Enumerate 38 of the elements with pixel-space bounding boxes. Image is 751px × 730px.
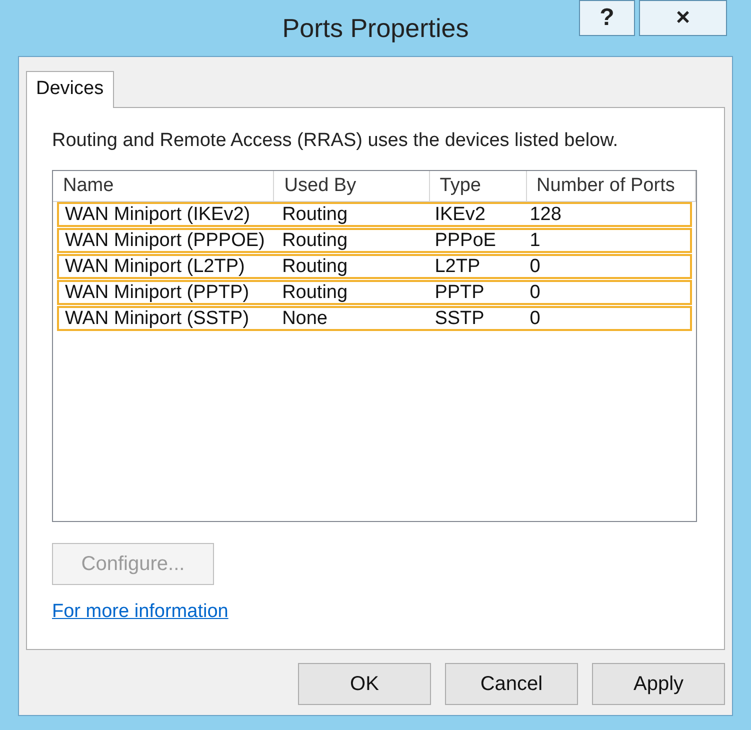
- table-cell-text: WAN Miniport (SSTP): [64, 308, 250, 329]
- table-cell-text: None: [281, 308, 328, 329]
- column-header[interactable]: Used By: [274, 171, 430, 201]
- table-cell-text: 0: [528, 256, 542, 277]
- table-cell-text: Routing: [281, 204, 349, 225]
- table-cell-text: 128: [528, 204, 562, 225]
- device-row[interactable]: WAN Miniport (PPTP) Routing PPTP 0: [57, 280, 692, 305]
- table-cell-text: 0: [528, 308, 542, 329]
- table-cell-text: Routing: [281, 282, 349, 303]
- table-cell-text: 0: [528, 282, 542, 303]
- table-cell-text: SSTP: [434, 308, 486, 329]
- tab[interactable]: Devices: [26, 71, 114, 108]
- device-row[interactable]: WAN Miniport (IKEv2) Routing IKEv2 128: [57, 202, 692, 227]
- table-cell-text: 1: [528, 230, 542, 251]
- close-button[interactable]: ×: [639, 0, 727, 36]
- column-header[interactable]: Number of Ports: [526, 171, 696, 201]
- help-button[interactable]: ?: [579, 0, 635, 36]
- dialog-button[interactable]: Apply: [592, 663, 725, 705]
- table-cell-text: WAN Miniport (PPPOE): [64, 230, 266, 251]
- description-text: Routing and Remote Access (RRAS) uses the devices listed below.: [52, 130, 618, 152]
- table-cell-text: Routing: [281, 256, 349, 277]
- table-cell-text: Routing: [281, 230, 349, 251]
- dialog-button[interactable]: Cancel: [445, 663, 578, 705]
- table-cell-text: L2TP: [434, 256, 482, 277]
- device-row[interactable]: WAN Miniport (L2TP) Routing L2TP 0: [57, 254, 692, 279]
- table-cell-text: WAN Miniport (L2TP): [64, 256, 246, 277]
- table-cell-text: PPTP: [434, 282, 486, 303]
- more-info-link[interactable]: For more information: [52, 601, 228, 623]
- table-cell-text: WAN Miniport (IKEv2): [64, 204, 252, 225]
- device-row[interactable]: WAN Miniport (SSTP) None SSTP 0: [57, 306, 692, 331]
- table-cell-text: WAN Miniport (PPTP): [64, 282, 250, 303]
- table-cell-text: PPPoE: [434, 230, 497, 251]
- device-row[interactable]: WAN Miniport (PPPOE) Routing PPPoE 1: [57, 228, 692, 253]
- dialog-button[interactable]: OK: [298, 663, 431, 705]
- column-header[interactable]: Type: [430, 171, 527, 201]
- table-cell-text: IKEv2: [434, 204, 486, 225]
- window-title: Ports Properties: [282, 12, 469, 44]
- column-header[interactable]: Name: [53, 171, 274, 201]
